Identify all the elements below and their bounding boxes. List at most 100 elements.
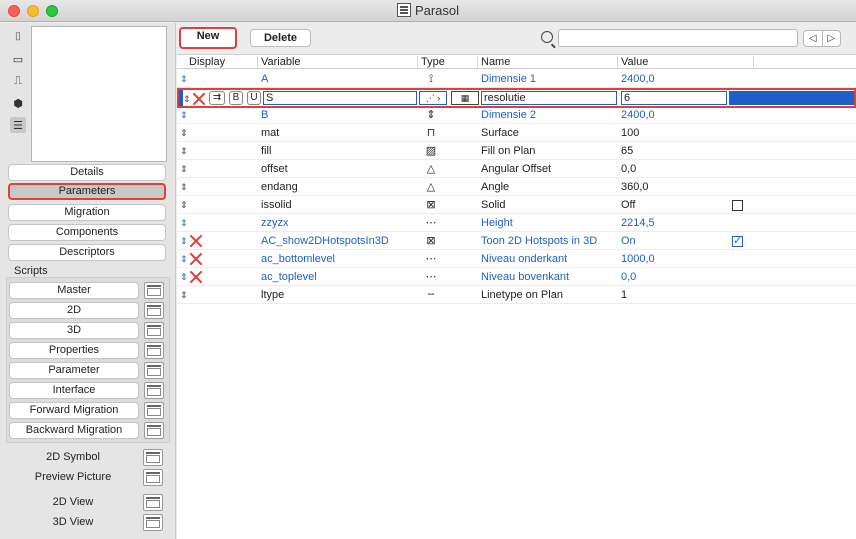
reorder-handle-icon[interactable]: ⇕	[180, 142, 188, 160]
reorder-handle-icon[interactable]: ⇕	[180, 160, 188, 178]
script-2d-button[interactable]: 2D	[9, 302, 139, 319]
script-properties-button[interactable]: Properties	[9, 342, 139, 359]
value-cell[interactable]: 360,0	[621, 178, 649, 196]
value-cell[interactable]: 65	[621, 142, 633, 160]
open-window-icon[interactable]	[143, 494, 163, 511]
view-mode-icons: ⌷ ▭ ⎍ ⬢ ☰	[10, 29, 28, 139]
name-cell: Fill on Plan	[481, 145, 536, 157]
script-3d-button[interactable]: 3D	[9, 322, 139, 339]
variable-cell: issolid	[261, 199, 292, 211]
plan-view-icon[interactable]: ⎍	[10, 73, 26, 89]
script-forward-migration-button[interactable]: Forward Migration	[9, 402, 139, 419]
front-view-icon[interactable]: ▭	[10, 51, 26, 67]
reorder-handle-icon[interactable]: ⇕	[180, 250, 188, 268]
hidden-parameter-icon[interactable]	[189, 234, 204, 248]
preview-area	[31, 26, 167, 162]
delete-button[interactable]: Delete	[250, 29, 311, 47]
open-window-icon[interactable]	[144, 402, 164, 419]
2d-view-label[interactable]: 2D View	[8, 496, 138, 508]
table-row[interactable]: ⇕ mat ⊓ Surface 100	[177, 124, 856, 142]
nav-components-button[interactable]: Components	[8, 224, 166, 241]
name-cell: Angular Offset	[481, 163, 552, 175]
value-cell[interactable]: 1000,0	[621, 250, 655, 268]
array-values-icon[interactable]: ▦	[451, 91, 479, 105]
search-input[interactable]	[558, 29, 798, 47]
reorder-handle-icon[interactable]: ⇕	[180, 196, 188, 214]
hidden-parameter-icon[interactable]	[189, 270, 204, 284]
hidden-parameter-icon[interactable]	[192, 92, 207, 106]
name-cell: Niveau onderkant	[481, 253, 568, 265]
value-cell[interactable]: 1	[621, 286, 627, 304]
2d-symbol-view-icon[interactable]: ⌷	[10, 29, 26, 45]
next-result-icon[interactable]: ▷	[823, 31, 841, 46]
hidden-parameter-icon[interactable]	[189, 252, 204, 266]
open-window-icon[interactable]	[144, 322, 164, 339]
table-row[interactable]: ⇕ ac_bottomlevel ⋯ Niveau onderkant 1000…	[177, 250, 856, 268]
value-cell[interactable]: 0,0	[621, 268, 636, 286]
window-title: Parasol	[414, 3, 460, 18]
value-cell[interactable]: 2214,5	[621, 214, 655, 232]
3d-view-icon[interactable]: ⬢	[10, 95, 26, 111]
child-parameter-icon[interactable]: ⇉	[209, 91, 225, 105]
previous-result-icon[interactable]: ◁	[804, 31, 823, 46]
nav-parameters-button[interactable]: Parameters	[8, 183, 166, 200]
table-row[interactable]: ⇕ zzyzx ⋯ Height 2214,5	[177, 214, 856, 232]
table-row[interactable]: ⇕ issolid ⊠ Solid Off	[177, 196, 856, 214]
open-window-icon[interactable]	[144, 382, 164, 399]
bold-toggle-button[interactable]: B	[229, 91, 243, 105]
script-interface-button[interactable]: Interface	[9, 382, 139, 399]
2d-symbol-label[interactable]: 2D Symbol	[8, 451, 138, 463]
reorder-handle-icon[interactable]: ⇕	[180, 286, 188, 304]
new-button[interactable]: New	[179, 27, 237, 49]
script-parameter-button[interactable]: Parameter	[9, 362, 139, 379]
unique-toggle-button[interactable]: U	[247, 91, 261, 105]
table-row[interactable]: ⇕ AC_show2DHotspotsIn3D ⊠ Toon 2D Hotspo…	[177, 232, 856, 250]
name-edit-field[interactable]: resolutie	[481, 91, 617, 105]
value-checkbox[interactable]	[732, 200, 743, 211]
table-row[interactable]: ⇕ endang △ Angle 360,0	[177, 178, 856, 196]
script-backward-migration-button[interactable]: Backward Migration	[9, 422, 139, 439]
reorder-handle-icon[interactable]: ⇕	[180, 70, 188, 88]
open-window-icon[interactable]	[144, 362, 164, 379]
value-cell[interactable]: 100	[621, 124, 639, 142]
open-window-icon[interactable]	[144, 302, 164, 319]
value-cell[interactable]: 2400,0	[621, 106, 655, 124]
3d-view-label[interactable]: 3D View	[8, 516, 138, 528]
reorder-handle-icon[interactable]: ⇕	[180, 106, 188, 124]
table-row[interactable]: ⇕ fill ▨ Fill on Plan 65	[177, 142, 856, 160]
name-cell: Niveau bovenkant	[481, 271, 570, 283]
list-view-icon[interactable]: ☰	[10, 117, 26, 133]
table-row[interactable]: ⇕ ltype ╌ Linetype on Plan 1	[177, 286, 856, 304]
open-window-icon[interactable]	[144, 342, 164, 359]
script-master-button[interactable]: Master	[9, 282, 139, 299]
table-row[interactable]: ⇕ B ⇕ Dimensie 2 2400,0	[177, 106, 856, 124]
reorder-handle-icon[interactable]: ⇕	[180, 214, 188, 232]
nav-migration-button[interactable]: Migration	[8, 204, 166, 221]
open-window-icon[interactable]	[143, 469, 163, 486]
value-cell[interactable]: Off	[621, 196, 635, 214]
type-dropdown-icon[interactable]: ⋰ ›	[419, 91, 447, 105]
value-edit-field[interactable]: 6	[621, 91, 727, 105]
value-cell[interactable]: On	[621, 232, 636, 250]
reorder-handle-icon[interactable]: ⇕	[180, 232, 188, 250]
preview-picture-label[interactable]: Preview Picture	[8, 471, 138, 483]
reorder-handle-icon[interactable]: ⇕	[180, 178, 188, 196]
open-window-icon[interactable]	[144, 282, 164, 299]
open-window-icon[interactable]	[144, 422, 164, 439]
variable-edit-field[interactable]: S	[263, 91, 417, 105]
table-row[interactable]: ⇕ offset △ Angular Offset 0,0	[177, 160, 856, 178]
parameters-panel: New Delete ◁ ▷ Display Variable Type Nam…	[177, 23, 856, 539]
nav-details-button[interactable]: Details	[8, 164, 166, 181]
value-cell[interactable]: 0,0	[621, 160, 636, 178]
table-row-editing[interactable]: ⇕ ⇉ B U S ⋰ › ▦ resolutie 6	[177, 88, 856, 108]
table-row[interactable]: ⇕ A ⟟ Dimensie 1 2400,0	[177, 70, 856, 88]
boolean-type-icon: ⊠	[426, 235, 436, 247]
nav-descriptors-button[interactable]: Descriptors	[8, 244, 166, 261]
open-window-icon[interactable]	[143, 449, 163, 466]
reorder-handle-icon[interactable]: ⇕	[180, 268, 188, 286]
open-window-icon[interactable]	[143, 514, 163, 531]
reorder-handle-icon[interactable]: ⇕	[180, 124, 188, 142]
value-checkbox-checked[interactable]	[732, 234, 743, 247]
table-row[interactable]: ⇕ ac_toplevel ⋯ Niveau bovenkant 0,0	[177, 268, 856, 286]
value-cell[interactable]: 2400,0	[621, 70, 655, 88]
